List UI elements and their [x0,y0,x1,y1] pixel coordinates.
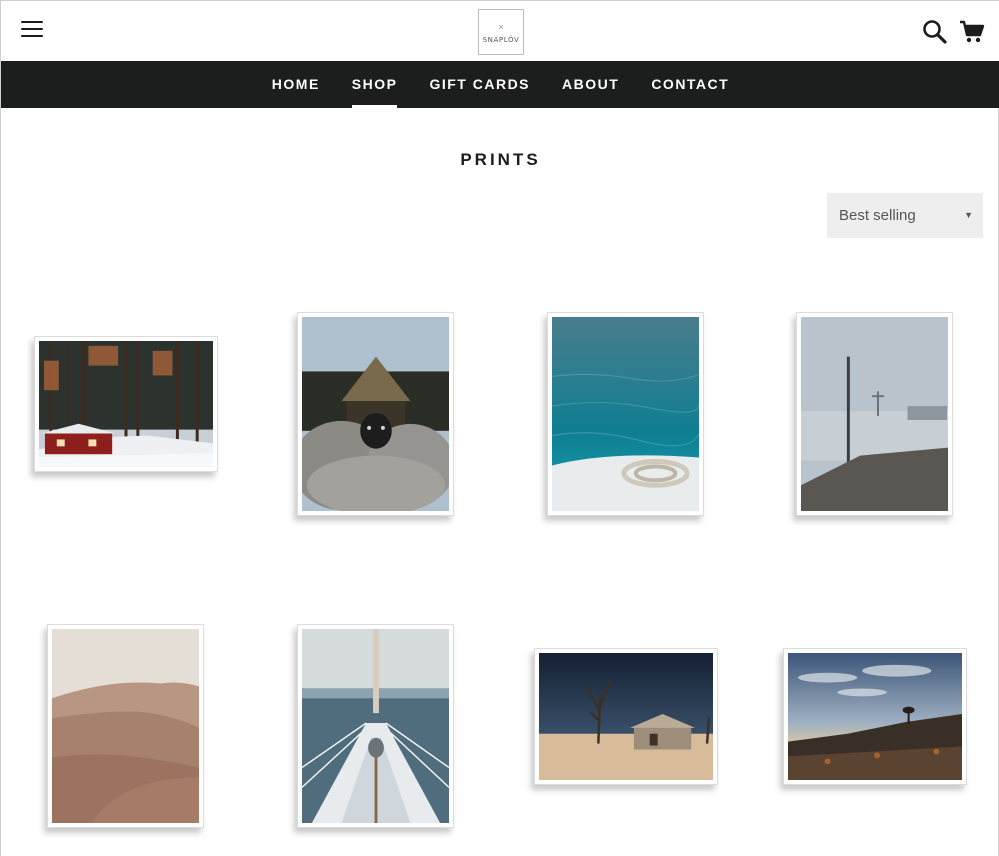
logo-text: SNAPLÖV [482,36,520,44]
sort-select[interactable]: Best selling ▼ [827,193,983,238]
product-image-desert-sunset [788,653,962,780]
product-image-rope-sea [552,317,699,511]
product-card[interactable] [783,648,967,785]
product-image-cabin-forest [39,341,213,467]
nav-item-home[interactable]: HOME [256,61,336,108]
cart-icon[interactable] [959,20,985,44]
logo-mark: × [498,22,504,32]
chevron-down-icon: ▼ [964,210,973,220]
product-image-abandoned-house [539,653,713,780]
site-header: × SNAPLÖV [1,0,999,61]
product-image-misty-pier [801,317,948,511]
site-logo[interactable]: × SNAPLÖV [478,9,524,55]
nav-list: HOME SHOP GIFT CARDS ABOUT CONTACT [1,61,999,108]
product-card[interactable] [297,624,454,828]
nav-item-gift-cards[interactable]: GIFT CARDS [413,61,546,108]
product-image-sailboat [302,629,449,823]
product-card[interactable] [34,336,218,472]
product-card[interactable] [47,624,204,828]
product-card[interactable] [796,312,953,516]
product-image-desert-dunes [52,629,199,823]
sort-selected-value: Best selling [839,207,916,224]
nav-item-contact[interactable]: CONTACT [635,61,745,108]
hamburger-menu-icon[interactable] [21,21,43,39]
product-image-sheep [302,317,449,511]
product-card[interactable] [534,648,718,785]
search-icon[interactable] [922,19,948,45]
nav-item-about[interactable]: ABOUT [546,61,635,108]
main-nav: HOME SHOP GIFT CARDS ABOUT CONTACT [1,61,999,108]
nav-item-shop[interactable]: SHOP [336,61,414,108]
product-card[interactable] [297,312,454,516]
page-title: PRINTS [460,150,541,169]
product-card[interactable] [547,312,704,516]
